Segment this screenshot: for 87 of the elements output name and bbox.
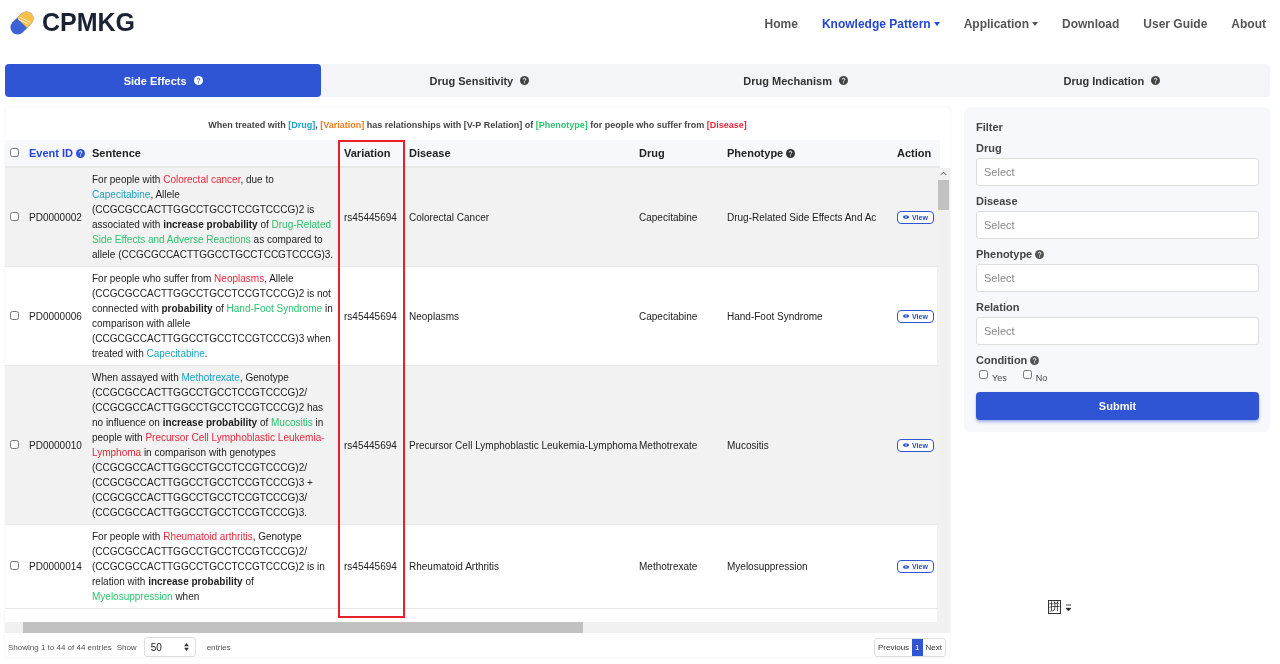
- help-icon: [786, 149, 796, 158]
- table-cell: Capecitabine: [639, 310, 698, 322]
- column-header: Variation: [344, 147, 391, 159]
- table-cell: Mucositis: [727, 439, 769, 451]
- table-cell: Hand-Foot Syndrome: [727, 310, 823, 322]
- help-icon: [1151, 76, 1161, 85]
- table-cell: PD0000010: [29, 439, 82, 451]
- column-header: Phenotype: [727, 147, 784, 159]
- submit-button[interactable]: Submit: [976, 392, 1259, 420]
- nav-link[interactable]: Knowledge Pattern: [821, 16, 940, 31]
- tab[interactable]: Drug Mechanism: [637, 64, 954, 97]
- field-label: Phenotype: [976, 248, 1033, 260]
- tab[interactable]: Side Effects: [5, 64, 322, 97]
- scrollbar-thumb[interactable]: [938, 180, 949, 210]
- table-cell: PD0000014: [29, 561, 82, 572]
- pagination-link[interactable]: Next: [922, 638, 945, 656]
- nav-link[interactable]: User Guide: [1143, 16, 1208, 31]
- table-cell: Colorectal Cancer: [409, 211, 490, 223]
- eye-icon: [903, 564, 909, 569]
- help-icon: [1035, 250, 1045, 259]
- toggle-arrows-icon[interactable]: [1066, 602, 1071, 612]
- field-label: Relation: [976, 301, 1020, 313]
- table-cell: Capecitabine: [639, 211, 698, 223]
- help-icon: [838, 76, 848, 85]
- checkbox-label: Yes: [992, 372, 1007, 383]
- select-field[interactable]: Select: [976, 158, 1259, 186]
- nav-link[interactable]: Application: [963, 16, 1038, 31]
- table-cell: Precursor Cell Lymphoblastic Leukemia-Lymphoma: [409, 439, 638, 451]
- table-cell: PD0000002: [29, 211, 82, 223]
- table-cell: Neoplasms: [409, 310, 460, 322]
- table-cell-text: For people with Rheumatoid arthritis, Genotype (CCGCGCCACTTGGCCTGCCTCCGTCCCG)2/ (CCGCGCCACTTGGCCTGCCTCCGTCCCG)2 is in relation with increase probability of Myelosuppression when: [92, 530, 326, 604]
- tab[interactable]: Drug Sensitivity: [321, 64, 638, 97]
- select-field[interactable]: Select: [976, 264, 1259, 292]
- column-header: Sentence: [92, 147, 141, 159]
- table-cell-text: For people with Colorectal cancer, due to Capecitabine, Allele (CCGCGCCACTTGGCCTGCCTCCGTCCCG)2 is associated with increase probability of Drug-Related Side Effects and Adverse Reactions as compared to allele (CCGCGCCACTTGGCCTGCCTCCGTCCCG)3.: [92, 173, 335, 262]
- horizontal-scrollbar[interactable]: [5, 622, 950, 633]
- pagination-link[interactable]: 1: [912, 638, 923, 656]
- vertical-scrollbar[interactable]: [937, 168, 950, 622]
- eye-icon: [903, 314, 909, 318]
- show-label: Show: [116, 642, 137, 652]
- up-down-arrows-icon: [183, 643, 189, 651]
- select-field[interactable]: Select: [976, 317, 1259, 345]
- column-header: Disease: [409, 147, 451, 159]
- field-label: Drug: [976, 142, 1002, 154]
- nav-link[interactable]: Home: [764, 16, 798, 31]
- row-checkbox[interactable]: [10, 310, 19, 320]
- table-cell: PD0000006: [29, 310, 82, 322]
- help-icon: [520, 76, 530, 85]
- table-cell-text: For people who suffer from Neoplasms, Allele (CCGCGCCACTTGGCCTGCCTCCGTCCCG)2 is not connected with probability of Hand-Foot Syndrome in comparison with allele (CCGCGCCACTTGGCCTGCCTCCGTCCCG)3 when treated with Capecitabine.: [92, 272, 334, 361]
- select-field[interactable]: Select: [976, 211, 1259, 239]
- site-logo-text[interactable]: CPMKG: [42, 8, 136, 37]
- tab[interactable]: Drug Indication: [953, 64, 1270, 97]
- input-method-indicator[interactable]: 拼: [1048, 600, 1061, 614]
- help-icon: [76, 149, 85, 158]
- condition-checkbox[interactable]: [1022, 370, 1032, 379]
- table-cell: rs45445694: [344, 561, 397, 572]
- row-checkbox[interactable]: [10, 211, 19, 221]
- table-cell: Methotrexate: [639, 439, 698, 451]
- nav-link[interactable]: About: [1231, 16, 1266, 31]
- table-cell: Drug-Related Side Effects And Ac: [727, 211, 877, 223]
- row-checkbox[interactable]: [10, 561, 19, 570]
- condition-checkbox[interactable]: [979, 370, 988, 379]
- entries-label: entries: [206, 642, 231, 652]
- pagination-link[interactable]: Previous: [874, 638, 913, 656]
- checkbox-label: No: [1035, 372, 1048, 383]
- help-icon: [1030, 356, 1040, 365]
- help-icon: [193, 76, 203, 85]
- eye-icon: [903, 215, 909, 219]
- table-cell: rs45445694: [344, 211, 397, 223]
- field-label: Condition: [976, 354, 1028, 366]
- row-checkbox[interactable]: [10, 439, 19, 449]
- entries-info: Showing 1 to 44 of 44 entries: [8, 642, 112, 652]
- field-label: Disease: [976, 195, 1018, 207]
- column-header: Drug: [639, 147, 665, 159]
- table-cell-text: When assayed with Methotrexate, Genotype (CCGCGCCACTTGGCCTGCCTCCGTCCCG)2/ (CCGCGCCACTTGGCCTGCCTCCGTCCCG)2 has no influence on increase probability of Mucositis in people with Precursor Cell Lymphoblastic Leukemia-Lymphoma in comparison with genotypes (CCGCGCCACTTGGCCTGCCTCCGTCCCG)2/ (CCGCGCCACTTGGCCTGCCTCCGTCCCG)3 + (CCGCGCCACTTGGCCTGCCTCCGTCCCG)3/ (CCGCGCCACTTGGCCTGCCTCCGTCCCG)3.: [92, 371, 326, 520]
- pattern-sentence: When treated with [Drug], [Variation] has relationships with [V-P Relation] of [Phenotype] for people who suffer from [Disease]: [207, 119, 748, 132]
- table-cell: rs45445694: [344, 439, 397, 451]
- page-size-select[interactable]: 50: [143, 637, 196, 657]
- select-all-checkbox[interactable]: [10, 148, 19, 157]
- column-header: Action: [897, 147, 932, 159]
- table-cell: Methotrexate: [639, 561, 698, 572]
- table-cell: Myelosuppression: [727, 561, 808, 572]
- table-cell: Rheumatoid Arthritis: [409, 561, 500, 572]
- eye-icon: [903, 443, 909, 447]
- filter-title: Filter: [976, 121, 1004, 133]
- table-cell: rs45445694: [344, 310, 397, 322]
- nav-link[interactable]: Download: [1062, 16, 1120, 31]
